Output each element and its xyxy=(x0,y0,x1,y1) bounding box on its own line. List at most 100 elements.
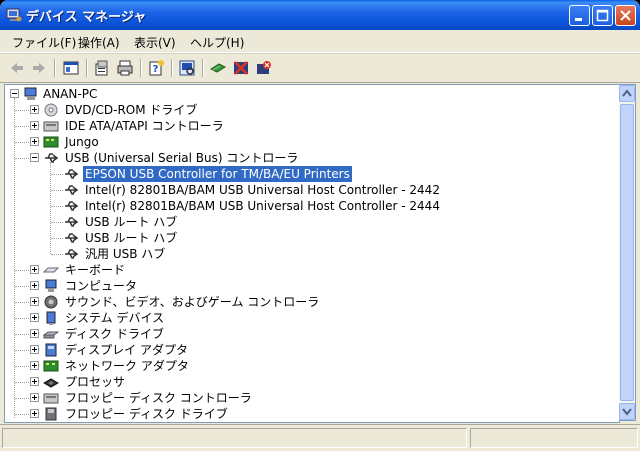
device-item[interactable]: 汎用 USB ハブ xyxy=(5,246,615,262)
print-icon[interactable] xyxy=(116,59,134,77)
computer-icon xyxy=(45,279,57,292)
scroll-down-button[interactable] xyxy=(619,403,635,420)
vertical-scrollbar[interactable] xyxy=(619,84,636,421)
device-category[interactable]: プロセッサ xyxy=(5,374,615,390)
svg-text:?: ? xyxy=(153,64,159,75)
minimize-button[interactable] xyxy=(569,5,590,26)
menu-view[interactable]: 表示(V) xyxy=(134,34,176,51)
device-category-label: フロッピー ディスク ドライブ xyxy=(65,407,228,421)
expand-toggle[interactable] xyxy=(30,361,39,370)
close-button[interactable] xyxy=(615,5,636,26)
tree-root-label: ANAN-PC xyxy=(43,87,98,101)
device-category-label: DVD/CD-ROM ドライブ xyxy=(65,103,198,117)
keyboard-icon xyxy=(43,267,59,273)
usb-device-icon xyxy=(65,249,79,259)
expand-toggle[interactable] xyxy=(30,281,39,290)
expand-toggle[interactable] xyxy=(30,409,39,418)
device-item-label: USB ルート ハブ xyxy=(85,215,178,229)
device-category[interactable]: コンピュータ xyxy=(5,278,615,294)
device-item[interactable]: USB ルート ハブ xyxy=(5,214,615,230)
menu-help[interactable]: ヘルプ(H) xyxy=(190,34,244,51)
maximize-icon xyxy=(596,9,609,22)
device-tree[interactable]: ANAN-PC DVD/CD-ROM ドライブ IDE ATA/ATAPI コントロ… xyxy=(4,84,620,423)
device-category-label: IDE ATA/ATAPI コントローラ xyxy=(65,119,224,133)
status-pane-main xyxy=(2,428,467,448)
device-category[interactable]: キーボード xyxy=(5,262,615,278)
device-item[interactable]: EPSON USB Controller for TM/BA/EU Printe… xyxy=(5,165,615,183)
scan-hardware-icon[interactable] xyxy=(178,59,196,77)
device-category[interactable]: システム デバイス xyxy=(5,310,615,326)
disk-drive-icon xyxy=(43,331,59,339)
device-category[interactable]: フロッピー ディスク コントローラ xyxy=(5,390,615,406)
menu-action[interactable]: 操作(A) xyxy=(78,34,120,51)
expand-toggle[interactable] xyxy=(30,329,39,338)
expand-toggle[interactable] xyxy=(30,105,39,114)
expand-toggle[interactable] xyxy=(30,313,39,322)
expand-toggle[interactable] xyxy=(30,121,39,130)
device-category-label: ディスク ドライブ xyxy=(65,327,164,341)
scroll-thumb[interactable] xyxy=(620,104,634,401)
expand-toggle[interactable] xyxy=(30,153,39,162)
device-item[interactable]: USB ルート ハブ xyxy=(5,230,615,246)
system-device-icon xyxy=(46,311,56,325)
device-item-label: USB ルート ハブ xyxy=(85,231,178,245)
device-item[interactable]: Intel(r) 82801BA/BAM USB Universal Host … xyxy=(5,182,615,198)
properties-icon[interactable] xyxy=(93,59,111,77)
uninstall-icon[interactable] xyxy=(255,59,273,77)
device-category[interactable]: ディスプレイ アダプタ xyxy=(5,342,615,358)
menu-file[interactable]: ファイル(F) xyxy=(12,34,76,51)
device-category-label: システム デバイス xyxy=(65,311,165,325)
dvd-drive-icon xyxy=(44,103,58,117)
expand-toggle[interactable] xyxy=(30,345,39,354)
status-pane-side xyxy=(470,428,638,448)
disable-device-icon[interactable] xyxy=(232,59,250,77)
minimize-icon xyxy=(575,18,582,21)
device-manager-app-icon xyxy=(6,8,22,22)
properties-panel-icon[interactable] xyxy=(62,59,80,77)
forward-icon[interactable] xyxy=(30,59,48,77)
device-category[interactable]: ネットワーク アダプタ xyxy=(5,358,615,374)
update-driver-icon[interactable] xyxy=(209,59,227,77)
window-title: デバイス マネージャ xyxy=(26,10,147,25)
expand-toggle[interactable] xyxy=(30,393,39,402)
expand-toggle[interactable] xyxy=(10,89,19,98)
scroll-up-arrow-icon xyxy=(622,89,632,97)
usb-device-icon xyxy=(65,201,79,211)
device-item-label: EPSON USB Controller for TM/BA/EU Printe… xyxy=(82,165,353,183)
expand-toggle[interactable] xyxy=(30,265,39,274)
maximize-button[interactable] xyxy=(592,5,613,26)
usb-device-icon xyxy=(65,169,79,179)
floppy-drive-icon xyxy=(45,407,57,421)
device-category-label: フロッピー ディスク コントローラ xyxy=(65,391,252,405)
expand-toggle[interactable] xyxy=(30,137,39,146)
device-category[interactable]: IDE ATA/ATAPI コントローラ xyxy=(5,118,615,134)
device-item[interactable]: Intel(r) 82801BA/BAM USB Universal Host … xyxy=(5,198,615,214)
floppy-controller-icon xyxy=(43,393,59,404)
device-category[interactable]: USB (Universal Serial Bus) コントローラ xyxy=(5,150,615,166)
device-category[interactable]: サウンド、ビデオ、およびゲーム コントローラ xyxy=(5,294,615,310)
help-icon[interactable]: ? xyxy=(147,59,165,77)
toolbar: ? xyxy=(0,53,640,83)
close-icon xyxy=(620,10,631,21)
device-category-label: Jungo xyxy=(65,135,99,149)
expand-toggle[interactable] xyxy=(30,377,39,386)
usb-device-icon xyxy=(65,233,79,243)
status-bar xyxy=(0,424,640,451)
device-category[interactable]: フロッピー ディスク ドライブ xyxy=(5,406,615,422)
device-category-label: サウンド、ビデオ、およびゲーム コントローラ xyxy=(65,295,320,309)
processor-icon xyxy=(43,378,59,388)
device-category[interactable]: DVD/CD-ROM ドライブ xyxy=(5,102,615,118)
back-icon[interactable] xyxy=(8,59,26,77)
sound-icon xyxy=(44,295,58,309)
tree-root[interactable]: ANAN-PC xyxy=(5,86,615,102)
device-category[interactable]: ディスク ドライブ xyxy=(5,326,615,342)
scroll-up-button[interactable] xyxy=(619,85,635,102)
device-category[interactable]: Jungo xyxy=(5,134,615,150)
expand-toggle[interactable] xyxy=(30,297,39,306)
display-adapter-icon xyxy=(45,343,57,357)
device-manager-window: デバイス マネージャ ファイル(F) 操作(A) 表示(V) ヘルプ(H) ? xyxy=(0,0,640,451)
device-category-label: キーボード xyxy=(65,263,126,277)
title-bar[interactable]: デバイス マネージャ xyxy=(0,0,640,30)
device-category-label: コンピュータ xyxy=(65,279,138,293)
device-category-label: USB (Universal Serial Bus) コントローラ xyxy=(65,151,299,165)
